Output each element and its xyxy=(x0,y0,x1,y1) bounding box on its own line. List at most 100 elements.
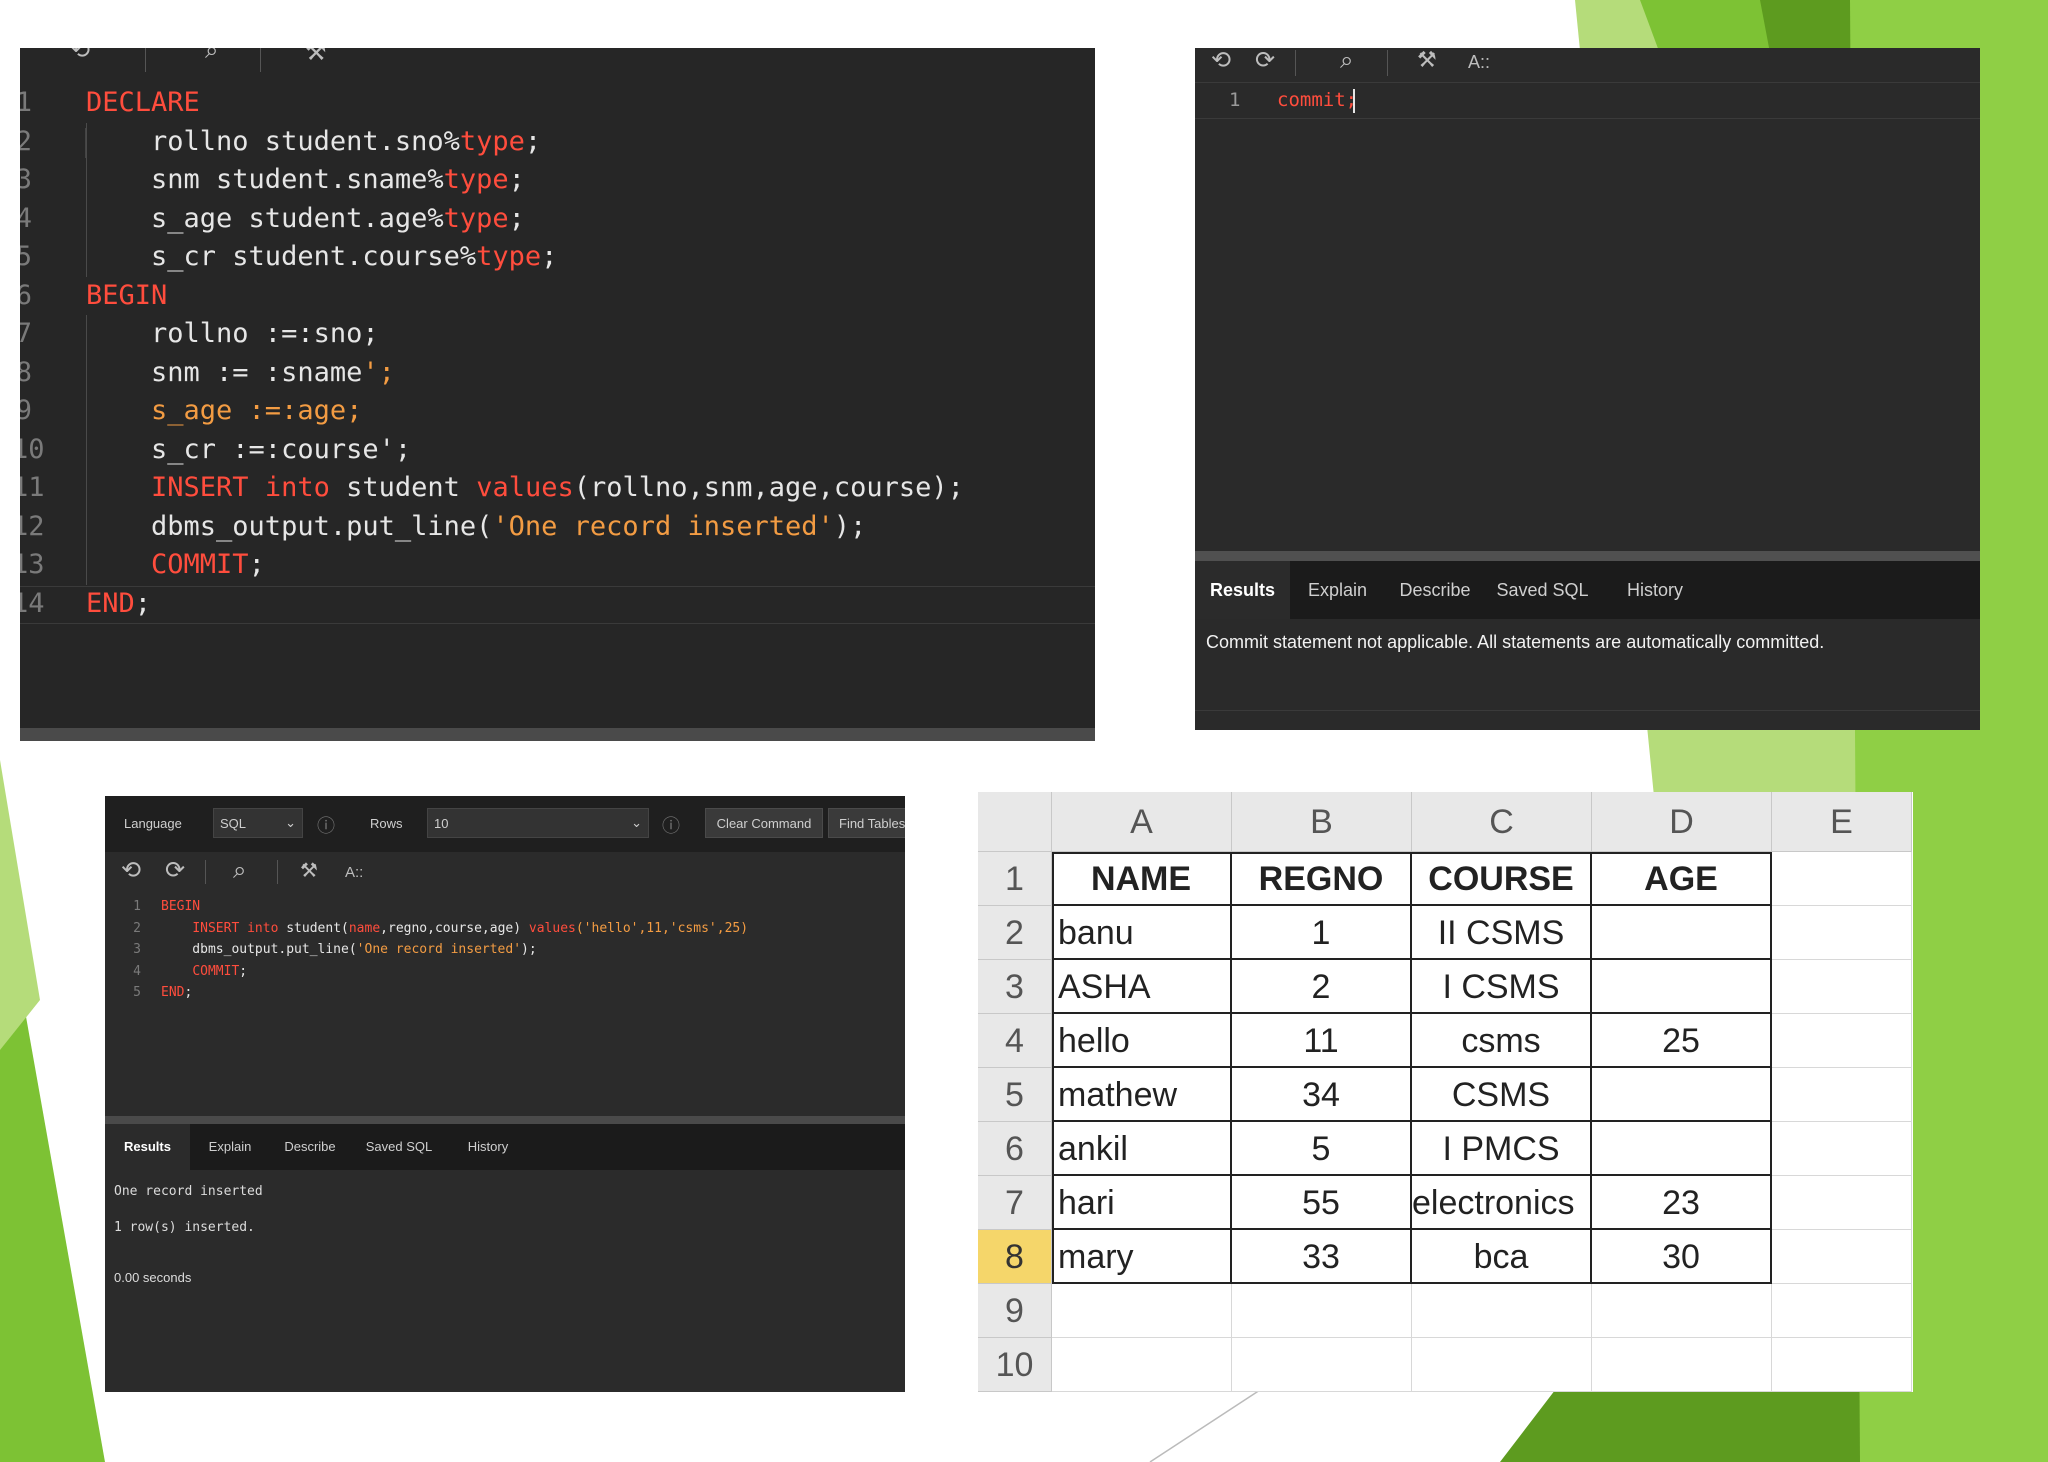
table-cell[interactable]: banu xyxy=(1052,906,1232,960)
code-line[interactable]: 2 rollno student.sno%type; xyxy=(20,123,1095,162)
code-line[interactable]: 1 commit; xyxy=(1195,82,1980,119)
table-cell[interactable]: mathew xyxy=(1052,1068,1232,1122)
tab-describe[interactable]: Describe xyxy=(1385,561,1485,619)
splitter-bar[interactable] xyxy=(105,1116,905,1124)
tab-saved-sql[interactable]: Saved SQL xyxy=(350,1124,448,1170)
code-line[interactable]: 6 BEGIN xyxy=(20,277,1095,316)
table-cell[interactable] xyxy=(1772,906,1912,960)
table-cell[interactable]: ASHA xyxy=(1052,960,1232,1014)
code-line[interactable]: 10 s_cr :=:course'; xyxy=(20,431,1095,470)
table-cell[interactable]: 25 xyxy=(1592,1014,1772,1068)
table-cell[interactable] xyxy=(1772,1176,1912,1230)
table-cell[interactable]: ankil xyxy=(1052,1122,1232,1176)
font-size-button[interactable]: A:: xyxy=(1468,52,1490,73)
table-cell[interactable] xyxy=(1592,1284,1772,1338)
row-header-2[interactable]: 2 xyxy=(978,906,1052,960)
column-header-e[interactable]: E xyxy=(1772,792,1912,852)
code-line[interactable]: 3 dbms_output.put_line('One record inser… xyxy=(105,939,905,961)
code-line[interactable]: 8 snm := :sname'; xyxy=(20,354,1095,393)
undo-icon[interactable]: ⟲ xyxy=(121,858,141,882)
table-cell[interactable]: CSMS xyxy=(1412,1068,1592,1122)
tab-describe[interactable]: Describe xyxy=(270,1124,350,1170)
search-icon[interactable]: ⌕ xyxy=(233,858,246,882)
code-line[interactable]: 1 DECLARE xyxy=(20,84,1095,123)
font-size-button[interactable]: A:: xyxy=(345,864,363,881)
table-cell[interactable]: 34 xyxy=(1232,1068,1412,1122)
tab-explain[interactable]: Explain xyxy=(190,1124,270,1170)
search-icon[interactable]: ⌕ xyxy=(205,48,218,62)
row-header-8[interactable]: 8 xyxy=(978,1230,1052,1284)
column-header-a[interactable]: A xyxy=(1052,792,1232,852)
column-header-c[interactable]: C xyxy=(1412,792,1592,852)
code-line[interactable]: 3 snm student.sname%type; xyxy=(20,161,1095,200)
tab-history[interactable]: History xyxy=(448,1124,528,1170)
help-icon[interactable]: ⓘ xyxy=(662,812,680,838)
table-cell[interactable]: hello xyxy=(1052,1014,1232,1068)
find-tables-button[interactable]: Find Tables xyxy=(828,808,905,838)
table-cell[interactable] xyxy=(1592,1122,1772,1176)
code-line[interactable]: 11 INSERT into student values(rollno,snm… xyxy=(20,469,1095,508)
top-left-code-editor[interactable]: ⟲ ⌕ ⚒ 1 DECLARE 2 rollno student.sno%type;… xyxy=(20,48,1095,741)
table-header-cell[interactable]: NAME xyxy=(1052,852,1232,906)
search-icon[interactable]: ⌕ xyxy=(1340,48,1353,72)
table-header-cell[interactable]: REGNO xyxy=(1232,852,1412,906)
table-cell[interactable] xyxy=(1772,1284,1912,1338)
table-cell[interactable] xyxy=(1772,960,1912,1014)
tab-saved-sql[interactable]: Saved SQL xyxy=(1485,561,1600,619)
table-cell[interactable]: I CSMS xyxy=(1412,960,1592,1014)
row-header-9[interactable]: 9 xyxy=(978,1284,1052,1338)
wrench-icon[interactable]: ⚒ xyxy=(300,860,318,880)
table-cell[interactable]: bca xyxy=(1412,1230,1592,1284)
table-cell[interactable]: 33 xyxy=(1232,1230,1412,1284)
language-select[interactable]: SQL ⌄ xyxy=(213,808,303,838)
table-cell[interactable]: 11 xyxy=(1232,1014,1412,1068)
table-cell[interactable]: 55 xyxy=(1232,1176,1412,1230)
table-cell[interactable]: 23 xyxy=(1592,1176,1772,1230)
table-cell[interactable]: mary xyxy=(1052,1230,1232,1284)
table-cell[interactable] xyxy=(1592,960,1772,1014)
table-cell[interactable] xyxy=(1052,1284,1232,1338)
code-line[interactable]: 12 dbms_output.put_line('One record inse… xyxy=(20,508,1095,547)
table-cell[interactable]: electronics xyxy=(1412,1176,1592,1230)
table-cell[interactable]: 30 xyxy=(1592,1230,1772,1284)
undo-icon[interactable]: ⟲ xyxy=(70,48,90,62)
code-line[interactable]: 4 COMMIT; xyxy=(105,961,905,983)
row-header-6[interactable]: 6 xyxy=(978,1122,1052,1176)
row-header-10[interactable]: 10 xyxy=(978,1338,1052,1392)
table-cell[interactable]: 2 xyxy=(1232,960,1412,1014)
redo-icon[interactable]: ⟳ xyxy=(165,858,185,882)
wrench-icon[interactable]: ⚒ xyxy=(305,48,327,64)
code-line[interactable]: 13 COMMIT; xyxy=(20,546,1095,585)
table-cell[interactable] xyxy=(1772,1068,1912,1122)
table-cell[interactable] xyxy=(1412,1338,1592,1392)
editor-scrollbar[interactable] xyxy=(20,728,1095,741)
redo-icon[interactable]: ⟳ xyxy=(1255,48,1275,72)
table-header-cell[interactable]: COURSE xyxy=(1412,852,1592,906)
table-cell[interactable] xyxy=(1232,1338,1412,1392)
help-icon[interactable]: ⓘ xyxy=(317,812,335,838)
tab-results[interactable]: Results xyxy=(105,1124,190,1170)
table-cell[interactable] xyxy=(1772,1014,1912,1068)
table-cell[interactable] xyxy=(1772,1122,1912,1176)
code-area[interactable]: 1 BEGIN 2 INSERT into student(name,regno,c… xyxy=(105,896,905,1106)
bottom-left-sql-workshop[interactable]: Language SQL ⌄ ⓘ Rows 10 ⌄ ⓘ Clear Comma… xyxy=(105,796,905,1392)
table-cell[interactable] xyxy=(1772,852,1912,906)
column-header-d[interactable]: D xyxy=(1592,792,1772,852)
splitter-bar[interactable] xyxy=(1195,551,1980,561)
row-header-3[interactable]: 3 xyxy=(978,960,1052,1014)
table-cell[interactable]: I PMCS xyxy=(1412,1122,1592,1176)
spreadsheet[interactable]: A B C D E 1 2 3 4 5 6 7 8 9 10 NAME REGNO COURSE AGE banu 1 I… xyxy=(978,792,1913,1392)
table-cell[interactable]: csms xyxy=(1412,1014,1592,1068)
table-cell[interactable] xyxy=(1772,1338,1912,1392)
row-header-5[interactable]: 5 xyxy=(978,1068,1052,1122)
column-header-b[interactable]: B xyxy=(1232,792,1412,852)
undo-icon[interactable]: ⟲ xyxy=(1211,48,1231,72)
row-header-1[interactable]: 1 xyxy=(978,852,1052,906)
code-line[interactable]: 4 s_age student.age%type; xyxy=(20,200,1095,239)
table-cell[interactable] xyxy=(1412,1284,1592,1338)
code-line[interactable]: 1 BEGIN xyxy=(105,896,905,918)
code-line[interactable]: 7 rollno :=:sno; xyxy=(20,315,1095,354)
code-line[interactable]: 2 INSERT into student(name,regno,course,… xyxy=(105,918,905,940)
tab-history[interactable]: History xyxy=(1600,561,1710,619)
clear-command-button[interactable]: Clear Command xyxy=(705,808,823,838)
